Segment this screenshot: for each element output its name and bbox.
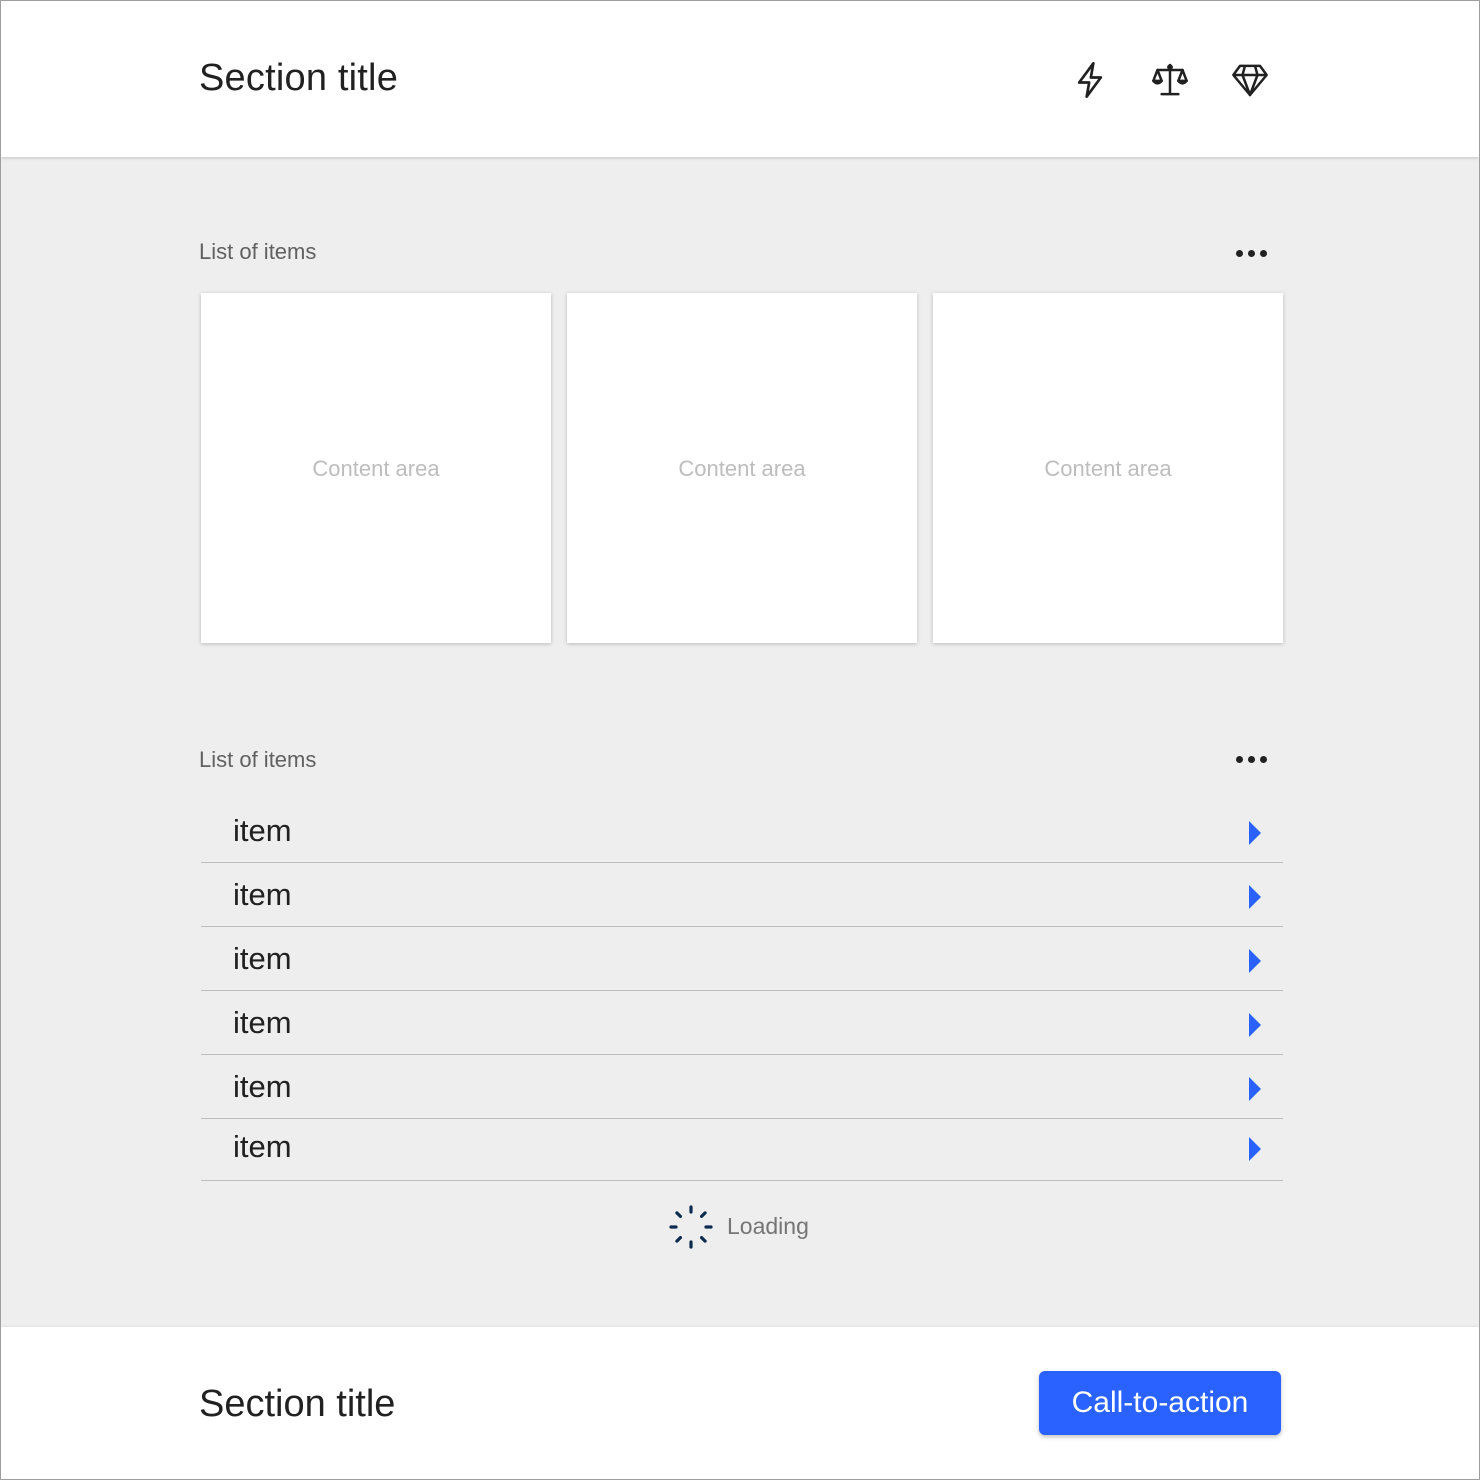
content-card-placeholder: Content area	[312, 455, 440, 481]
content-card[interactable]: Content area	[933, 293, 1283, 643]
list-item[interactable]: item	[201, 1119, 1283, 1181]
list-item-label: item	[233, 877, 292, 912]
chevron-right-icon	[1249, 1013, 1261, 1037]
list-item[interactable]: item	[201, 927, 1283, 991]
content-card-placeholder: Content area	[1044, 455, 1172, 481]
header-bar: Section title	[1, 1, 1479, 157]
call-to-action-button[interactable]: Call-to-action	[1039, 1371, 1281, 1435]
content-card[interactable]: Content area	[201, 293, 551, 643]
list-item-label: item	[233, 941, 292, 976]
list-section-label: List of items	[199, 747, 317, 772]
diamond-icon[interactable]	[1227, 57, 1273, 103]
spinner-icon	[669, 1205, 713, 1249]
content-card-placeholder: Content area	[678, 455, 806, 481]
list-item-label: item	[233, 1069, 292, 1104]
list-item-label: item	[233, 813, 292, 848]
cards-more-options-icon[interactable]	[1229, 241, 1273, 265]
scale-icon[interactable]	[1147, 57, 1193, 103]
footer-title: Section title	[199, 1383, 396, 1425]
item-list: item item item item item item	[201, 799, 1283, 1181]
list-more-options-icon[interactable]	[1229, 747, 1273, 771]
header-title: Section title	[199, 57, 399, 99]
list-item-label: item	[233, 1129, 292, 1164]
chevron-right-icon	[1249, 1077, 1261, 1101]
list-item[interactable]: item	[201, 799, 1283, 863]
footer-bar: Section title Call-to-action	[1, 1327, 1479, 1479]
loading-text: Loading	[727, 1213, 809, 1239]
list-item-label: item	[233, 1005, 292, 1040]
list-item[interactable]: item	[201, 863, 1283, 927]
chevron-right-icon	[1249, 885, 1261, 909]
chevron-right-icon	[1249, 949, 1261, 973]
app-frame: Section title List of items Content area…	[0, 0, 1480, 1480]
chevron-right-icon	[1249, 1137, 1261, 1161]
cards-section-label: List of items	[199, 239, 317, 264]
content-card[interactable]: Content area	[567, 293, 917, 643]
lightning-icon[interactable]	[1067, 57, 1113, 103]
list-item[interactable]: item	[201, 1055, 1283, 1119]
list-item[interactable]: item	[201, 991, 1283, 1055]
chevron-right-icon	[1249, 821, 1261, 845]
